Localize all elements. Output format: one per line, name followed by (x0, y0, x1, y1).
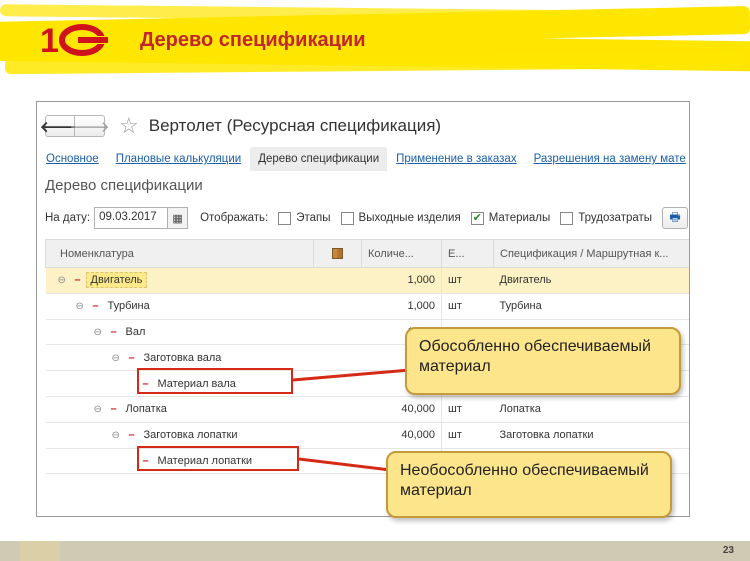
callout-non-isolated-text: Необособленно обеспечиваемый материал (400, 462, 649, 499)
callout-isolated-material: Обособленно обеспечиваемый материал (405, 327, 681, 395)
callout-isolated-text: Обособленно обеспечиваемый материал (419, 338, 651, 375)
slide-footer (0, 541, 750, 561)
footer-accent (20, 541, 60, 561)
callout-non-isolated-material: Необособленно обеспечиваемый материал (386, 451, 672, 518)
page-number: 23 (722, 545, 734, 556)
